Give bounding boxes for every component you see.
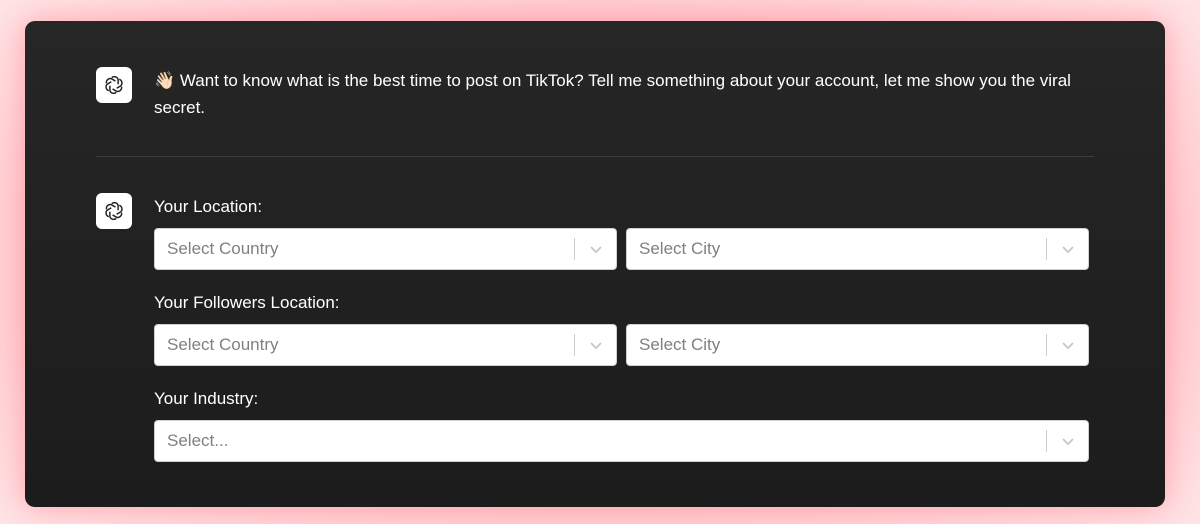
location-country-placeholder: Select Country <box>167 239 279 258</box>
followers-country-select[interactable]: Select Country <box>154 324 617 366</box>
location-city-select[interactable]: Select City <box>626 228 1089 270</box>
openai-logo-icon <box>105 201 123 221</box>
followers-location-label: Your Followers Location: <box>154 293 340 312</box>
industry-placeholder: Select... <box>167 431 229 450</box>
industry-label: Your Industry: <box>154 389 259 408</box>
select-separator <box>1046 430 1047 452</box>
openai-logo-icon <box>105 75 123 95</box>
chevron-down-icon[interactable] <box>1060 338 1076 352</box>
followers-city-placeholder: Select City <box>639 335 721 354</box>
assistant-avatar <box>96 67 132 103</box>
followers-city-select[interactable]: Select City <box>626 324 1089 366</box>
chevron-down-icon[interactable] <box>588 338 604 352</box>
location-label: Your Location: <box>154 197 263 216</box>
chevron-down-icon[interactable] <box>1060 434 1076 448</box>
chat-card: 👋🏻 Want to know what is the best time to… <box>25 21 1165 507</box>
assistant-intro-message: 👋🏻 Want to know what is the best time to… <box>154 71 1071 117</box>
location-country-select[interactable]: Select Country <box>154 228 617 270</box>
select-separator <box>1046 238 1047 260</box>
message-divider <box>96 156 1094 157</box>
select-separator <box>1046 334 1047 356</box>
location-city-placeholder: Select City <box>639 239 721 258</box>
chevron-down-icon[interactable] <box>1060 242 1076 256</box>
chevron-down-icon[interactable] <box>588 242 604 256</box>
select-separator <box>574 238 575 260</box>
followers-country-placeholder: Select Country <box>167 335 279 354</box>
select-separator <box>574 334 575 356</box>
industry-select[interactable]: Select... <box>154 420 1089 462</box>
assistant-avatar <box>96 193 132 229</box>
